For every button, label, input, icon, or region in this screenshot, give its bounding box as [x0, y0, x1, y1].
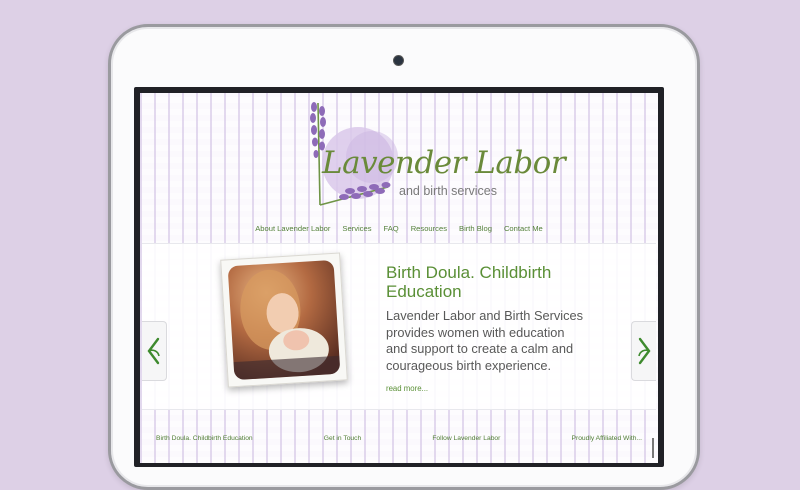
chevron-left-icon: [147, 337, 160, 365]
slider-prev-button[interactable]: [142, 321, 167, 381]
slide-photo-frame: [220, 252, 348, 388]
nav-about[interactable]: About Lavender Labor: [255, 224, 330, 233]
logo-subtitle: and birth services: [399, 184, 497, 198]
camera-icon: [394, 56, 403, 65]
nav-contact[interactable]: Contact Me: [504, 224, 543, 233]
nav-services[interactable]: Services: [342, 224, 371, 233]
nav-birth-blog[interactable]: Birth Blog: [459, 224, 492, 233]
main-nav: About Lavender Labor Services FAQ Resour…: [140, 224, 658, 233]
slider-next-button[interactable]: [631, 321, 656, 381]
logo[interactable]: Lavender Labor and birth services: [300, 101, 566, 219]
nav-faq[interactable]: FAQ: [384, 224, 399, 233]
tablet-screen: Lavender Labor and birth services About …: [134, 87, 664, 467]
mother-baby-photo: [227, 259, 341, 381]
chevron-right-icon: [638, 337, 651, 365]
footer-heading-follow: Follow Lavender Labor: [432, 435, 501, 442]
footer-headings: Birth Doula. Childbirth Education Get in…: [140, 435, 658, 442]
slide-title: Birth Doula. Childbirth Education: [386, 263, 552, 301]
website: Lavender Labor and birth services About …: [140, 93, 658, 463]
footer-heading-contact: Get in Touch: [323, 435, 362, 442]
slide-body: Lavender Labor and Birth Services provid…: [386, 308, 584, 373]
scrollbar[interactable]: [652, 438, 654, 458]
logo-title: Lavender Labor: [322, 145, 566, 181]
read-more-link[interactable]: read more...: [386, 384, 428, 393]
footer-heading-doula: Birth Doula. Childbirth Education: [156, 435, 253, 442]
hero-slider: Birth Doula. Childbirth Education Lavend…: [142, 243, 656, 410]
nav-resources[interactable]: Resources: [411, 224, 447, 233]
footer-heading-affiliated: Proudly Affiliated With...: [571, 435, 643, 442]
